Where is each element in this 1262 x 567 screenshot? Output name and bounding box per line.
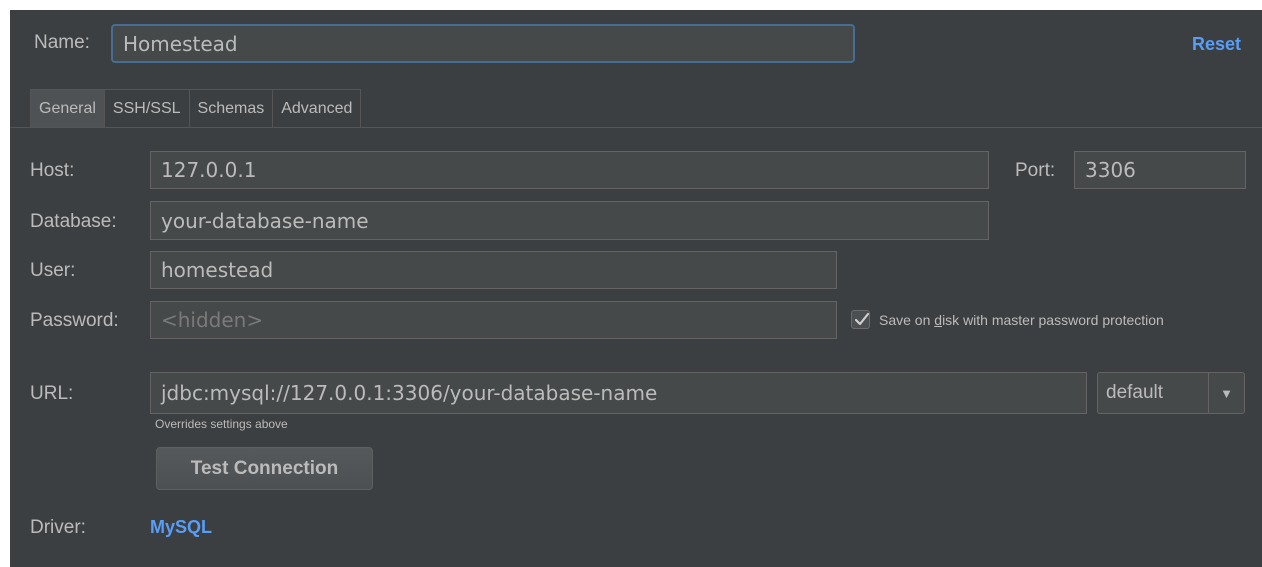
tab-advanced[interactable]: Advanced [272,89,362,127]
url-hint: Overrides settings above [155,417,288,431]
host-input[interactable]: 127.0.0.1 [150,151,989,189]
save-on-disk-checkbox[interactable] [851,310,870,329]
name-input[interactable]: Homestead [111,24,855,63]
tab-general[interactable]: General [30,89,105,127]
checkmark-icon [854,312,870,326]
tab-schemas[interactable]: Schemas [188,89,274,127]
url-label: URL: [30,383,74,404]
reset-link[interactable]: Reset [1192,34,1241,55]
tab-divider [10,127,1262,128]
url-mode-select[interactable]: default ▼ [1097,372,1245,414]
tab-ssh-ssl[interactable]: SSH/SSL [103,89,190,127]
database-input[interactable]: your-database-name [150,201,989,240]
url-mode-value: default [1106,382,1164,403]
database-label: Database: [30,211,117,232]
user-label: User: [30,260,76,281]
url-input[interactable]: jdbc:mysql://127.0.0.1:3306/your-databas… [150,372,1087,414]
user-input[interactable]: homestead [150,251,837,289]
host-label: Host: [30,160,75,181]
driver-link[interactable]: MySQL [150,517,212,538]
port-input[interactable]: 3306 [1074,151,1246,189]
name-label: Name: [34,32,90,53]
test-connection-button[interactable]: Test Connection [156,447,373,490]
data-source-panel: Name: Homestead Reset General SSH/SSL Sc… [10,10,1262,567]
tab-bar: General SSH/SSL Schemas Advanced [30,89,362,127]
save-on-disk-label: Save on disk with master password protec… [879,312,1164,328]
driver-label: Driver: [30,517,86,538]
password-input[interactable]: <hidden> [150,301,837,339]
password-label: Password: [30,310,119,331]
port-label: Port: [1015,160,1056,181]
chevron-down-icon[interactable]: ▼ [1209,373,1244,413]
